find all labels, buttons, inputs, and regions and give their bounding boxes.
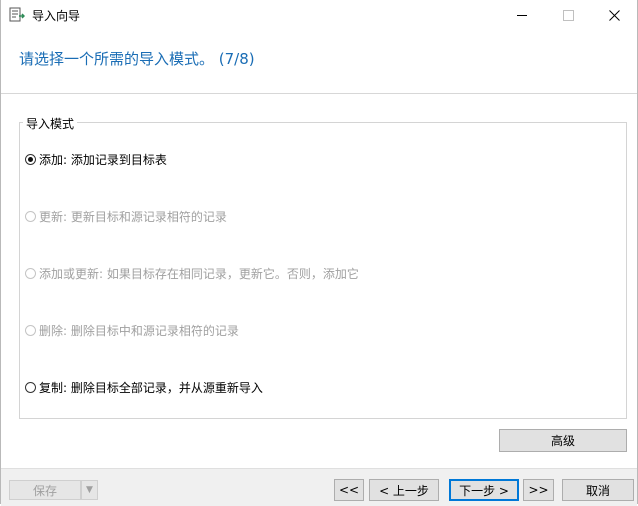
radio-append-or-update-label: 添加或更新: 如果目标存在相同记录，更新它。否则，添加它 — [39, 266, 359, 281]
maximize-icon — [562, 9, 574, 21]
title-bar: 导入向导 — [1, 0, 637, 30]
save-button: 保存 — [9, 480, 81, 500]
radio-append-or-update: 添加或更新: 如果目标存在相同记录，更新它。否则，添加它 — [25, 265, 359, 281]
import-mode-legend: 导入模式 — [23, 115, 78, 132]
radio-unselected-icon — [25, 210, 36, 222]
previous-button[interactable]: < 上一步 — [369, 479, 439, 501]
cancel-button[interactable]: 取消 — [562, 479, 634, 501]
radio-selected-icon — [25, 153, 36, 165]
window-title: 导入向导 — [32, 9, 81, 23]
minimize-button[interactable] — [499, 0, 545, 30]
import-wizard-window: 导入向导 请选择一个所需的导入模式。 (7/8) 导入模式 添加: 添加记录到目… — [0, 0, 638, 506]
radio-append[interactable]: 添加: 添加记录到目标表 — [25, 151, 167, 167]
radio-unselected-icon — [25, 324, 36, 336]
radio-unselected-icon — [25, 381, 36, 393]
maximize-button[interactable] — [545, 0, 591, 30]
radio-copy-label: 复制: 删除目标全部记录，并从源重新导入 — [39, 380, 263, 395]
step-heading: 请选择一个所需的导入模式。 (7/8) — [19, 50, 255, 68]
radio-update: 更新: 更新目标和源记录相符的记录 — [25, 208, 227, 224]
minimize-icon — [517, 14, 527, 16]
radio-unselected-icon — [25, 267, 36, 279]
import-wizard-app-icon — [9, 7, 26, 23]
next-button[interactable]: 下一步 > — [449, 479, 519, 501]
advanced-button[interactable]: 高级 — [499, 429, 627, 452]
close-icon — [608, 9, 620, 21]
radio-append-label: 添加: 添加记录到目标表 — [39, 152, 167, 167]
radio-delete: 删除: 删除目标中和源记录相符的记录 — [25, 322, 239, 338]
header-divider — [1, 93, 637, 94]
first-step-button[interactable]: << — [334, 479, 364, 501]
radio-copy[interactable]: 复制: 删除目标全部记录，并从源重新导入 — [25, 379, 263, 395]
radio-update-label: 更新: 更新目标和源记录相符的记录 — [39, 209, 227, 224]
radio-delete-label: 删除: 删除目标中和源记录相符的记录 — [39, 323, 239, 338]
last-step-button[interactable]: >> — [523, 479, 554, 501]
chevron-down-icon: ▼ — [86, 485, 93, 495]
close-button[interactable] — [591, 0, 637, 30]
save-dropdown-button: ▼ — [81, 480, 98, 500]
